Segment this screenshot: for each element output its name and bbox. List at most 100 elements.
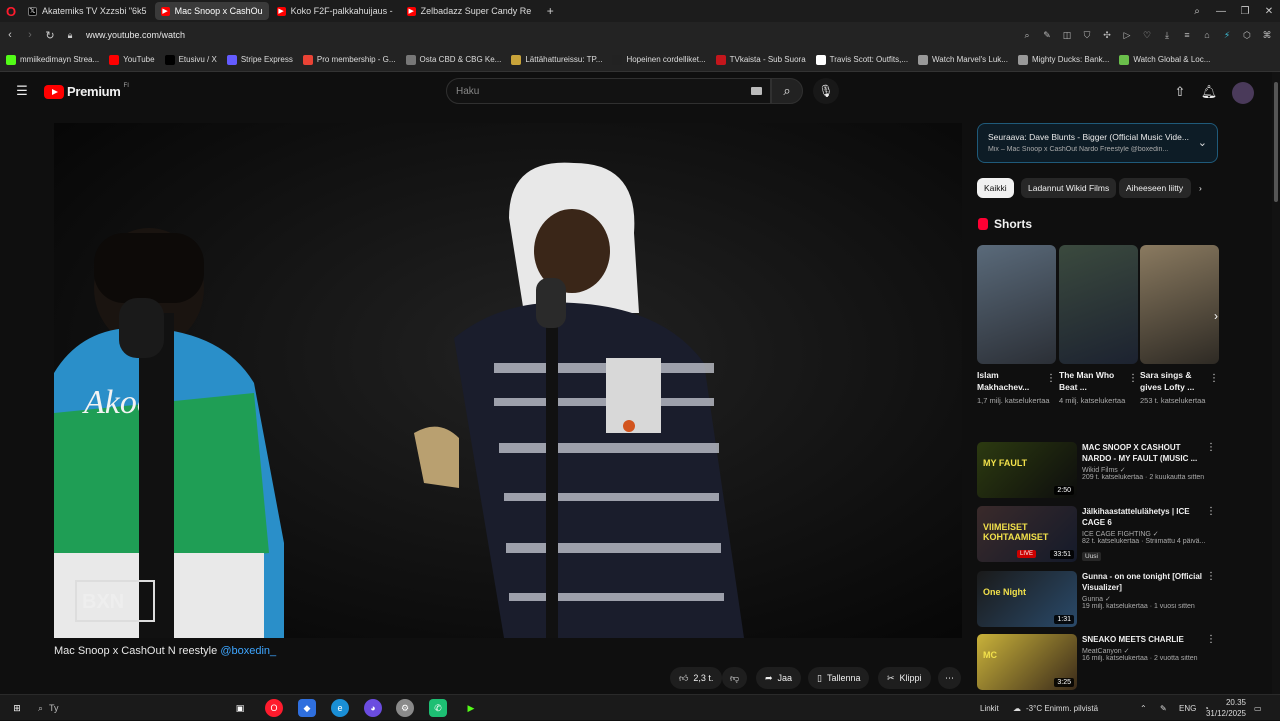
more-vertical-icon[interactable]: ⋮ [1206, 571, 1216, 582]
new-tab-plus-icon[interactable]: + [543, 4, 557, 18]
tray-chevron-up-icon[interactable]: ⌃ [1140, 695, 1147, 721]
tab-koko[interactable]: ▶ Koko F2F-palkkahuijaus - [271, 2, 399, 20]
recommendation-item[interactable]: One Night 1:31 Gunna - on one tonight [Off… [977, 571, 1218, 627]
search-input[interactable]: Haku [446, 78, 771, 104]
autoplay-next-panel[interactable]: Seuraava: Dave Blunts - Bigger (Official… [977, 123, 1218, 163]
short-card[interactable]: Islam Makhachev... 1,7 milj. katselukerta… [977, 245, 1056, 406]
tab-akademiks[interactable]: 𝕏 Akatemiks TV Xzzsbi "6k5 [22, 2, 153, 20]
dislike-button[interactable]: 👎︎ [722, 667, 748, 689]
more-vertical-icon[interactable]: ⋮ [1128, 373, 1138, 384]
tab-mac-snoop[interactable]: ▶ Mac Snoop x CashOu [154, 2, 269, 20]
voice-search-button[interactable]: 🎙︎ [813, 78, 839, 104]
bookmark-1[interactable]: YouTube [109, 54, 155, 65]
channel-mention-link[interactable]: @boxedin_ [220, 645, 276, 657]
share-button[interactable]: ➦ Jaa [756, 667, 802, 689]
download-icon[interactable]: ⤓ [1158, 26, 1176, 44]
bookmark-7[interactable]: Hopeinen cordelliket... [612, 54, 706, 65]
copilot-app-icon[interactable]: ◆ [298, 699, 316, 717]
short-thumbnail[interactable] [1059, 245, 1138, 364]
camera-icon[interactable]: ◫ [1058, 26, 1076, 44]
extension-icon[interactable]: ✣ [1098, 26, 1116, 44]
clock[interactable]: 20.35 31/12/2025 [1204, 697, 1246, 719]
bookmark-9[interactable]: Travis Scott: Outfits,... [815, 54, 908, 65]
video-player[interactable]: Akoo BXN [54, 123, 962, 638]
edge-app-icon[interactable]: e [331, 699, 349, 717]
scrollbar-thumb[interactable] [1274, 82, 1278, 202]
page-scrollbar[interactable] [1272, 72, 1280, 694]
bookmark-3[interactable]: Stripe Express [226, 54, 293, 65]
bookmark-0[interactable]: mmiikedimayn Strea... [6, 54, 99, 65]
more-vertical-icon[interactable]: ⋮ [1206, 506, 1216, 517]
bookmark-4[interactable]: Pro membership - G... [302, 54, 396, 65]
chip-related[interactable]: Aiheeseen liitty [1119, 178, 1191, 198]
bookmark-8[interactable]: TVkaista - Sub Suora [715, 54, 806, 65]
settings-app-icon[interactable]: ⚙ [396, 699, 414, 717]
more-vertical-icon[interactable]: ⋮ [1046, 373, 1056, 384]
taskbar-search[interactable]: ⌕ Ty [32, 699, 152, 717]
whatsapp-app-icon[interactable]: ✆ [429, 699, 447, 717]
tab-zelbadazz[interactable]: ▶ Zelbadazz Super Candy Re [401, 2, 538, 20]
video-title[interactable]: SNEAKO MEETS CHARLIE [1082, 634, 1207, 645]
clip-button[interactable]: ✂ Klippi [878, 667, 931, 689]
avatar[interactable] [1232, 82, 1254, 104]
channel-name[interactable]: Wikid Films ✓ [1082, 466, 1207, 474]
search-button[interactable]: ⌕ [771, 78, 803, 104]
heart-icon[interactable]: ♡ [1138, 26, 1156, 44]
maximize-icon[interactable]: ❐ [1233, 0, 1257, 22]
more-actions-button[interactable]: ⋯ [938, 667, 961, 689]
channel-name[interactable]: MeatCanyon ✓ [1082, 647, 1207, 655]
chip-uploaded-by[interactable]: Ladannut Wikid Films [1021, 178, 1117, 198]
shorts-next-icon[interactable]: › [1208, 308, 1224, 324]
windows-start-icon[interactable]: ⊞ [8, 699, 26, 717]
video-title[interactable]: Gunna - on one tonight [Official Visuali… [1082, 571, 1207, 593]
notifications-bell-icon[interactable]: 🔔︎ [1199, 82, 1219, 102]
channel-name[interactable]: ICE CAGE FIGHTING ✓ [1082, 530, 1207, 538]
upload-icon[interactable]: ⇧ [1170, 82, 1190, 102]
notification-center-icon[interactable]: ▭ [1254, 695, 1262, 721]
video-thumbnail[interactable]: One Night 1:31 [977, 571, 1077, 627]
wallet-icon[interactable]: ⌂ [1198, 26, 1216, 44]
back-icon[interactable]: ‹ [0, 25, 20, 45]
short-thumbnail[interactable] [977, 245, 1056, 364]
aria-icon[interactable]: ⚡︎ [1218, 26, 1236, 44]
bookmark-6[interactable]: Lättähattureissu: TP... [511, 54, 602, 65]
channel-name[interactable]: Gunna ✓ [1082, 595, 1207, 603]
youtube-premium-logo[interactable]: Premium FI [44, 83, 129, 99]
search-tabs-icon[interactable]: ⌕ [1185, 0, 1209, 22]
bookmark-5[interactable]: Osta CBD & CBG Ke... [405, 54, 501, 65]
kick-app-icon[interactable]: ▶ [462, 699, 480, 717]
play-icon[interactable]: ▷ [1118, 26, 1136, 44]
bookmark-10[interactable]: Watch Marvel's Luk... [918, 54, 1008, 65]
recommendation-item[interactable]: MY FAULT 2:50 MAC SNOOP X CASHOUT NARDO - … [977, 442, 1218, 498]
like-button[interactable]: 👍︎ 2,3 t. [670, 667, 723, 689]
reload-icon[interactable]: ↻ [40, 25, 60, 45]
more-vertical-icon[interactable]: ⋮ [1206, 634, 1216, 645]
save-button[interactable]: ▯ Tallenna [808, 667, 870, 689]
chevron-down-icon[interactable]: ⌄ [1198, 136, 1207, 149]
forward-icon[interactable]: › [20, 25, 40, 45]
chip-all[interactable]: Kaikki [977, 178, 1014, 198]
menu-icon[interactable]: ≡ [1178, 26, 1196, 44]
video-title[interactable]: MAC SNOOP X CASHOUT NARDO - MY FAULT (MU… [1082, 442, 1207, 464]
more-vertical-icon[interactable]: ⋮ [1209, 373, 1219, 384]
more-vertical-icon[interactable]: ⋮ [1206, 442, 1216, 453]
video-thumbnail[interactable]: MY FAULT 2:50 [977, 442, 1077, 498]
chevron-right-icon[interactable]: › [1195, 178, 1206, 198]
video-thumbnail[interactable]: MC 3:25 [977, 634, 1077, 690]
cube-icon[interactable]: ⬡ [1238, 26, 1256, 44]
url-field[interactable]: www.youtube.com/watch [86, 30, 185, 40]
close-icon[interactable]: ✕ [1257, 0, 1280, 22]
edit-icon[interactable]: ✎ [1038, 26, 1056, 44]
ai-icon[interactable]: ⌘ [1258, 26, 1276, 44]
shield-icon[interactable]: ⛉ [1078, 26, 1096, 44]
recommendation-item[interactable]: VIIMEISET KOHTAAMISET LIVE 33:51 Jälkihaast… [977, 506, 1218, 562]
weather-widget[interactable]: ☁ -3°C Enimm. pilvistä [1013, 695, 1098, 721]
bookmark-2[interactable]: Etusivu / X [164, 54, 217, 65]
short-thumbnail[interactable] [1140, 245, 1219, 364]
recommendation-item[interactable]: MC 3:25 SNEAKO MEETS CHARLIE MeatCanyon ✓ 16… [977, 634, 1218, 690]
short-card[interactable]: Sara sings & gives Lofty ... 253 t. katse… [1140, 245, 1219, 406]
opera-menu-icon[interactable]: O [0, 0, 22, 22]
video-title[interactable]: Jälkihaastattelulähetys | ICE CAGE 6 [1082, 506, 1207, 528]
search-page-icon[interactable]: ⌕ [1018, 26, 1036, 44]
short-card[interactable]: The Man Who Beat ... 4 milj. katselukerta… [1059, 245, 1138, 406]
